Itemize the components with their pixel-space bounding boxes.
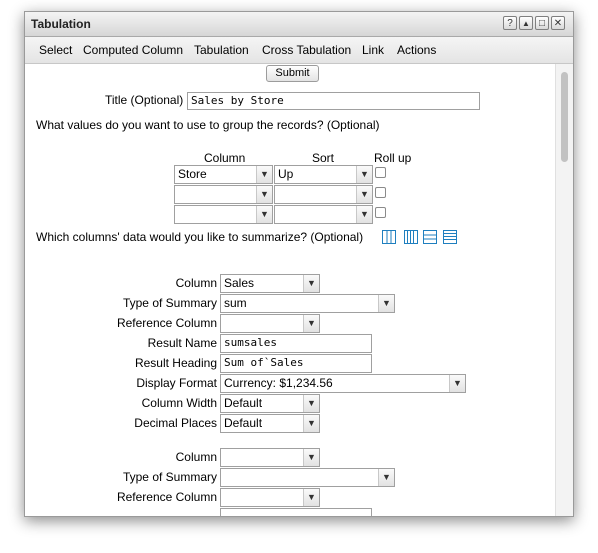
summary1-column-select[interactable]: Sales ▼	[220, 274, 320, 293]
layout-rows-icon[interactable]	[423, 230, 437, 244]
chevron-down-icon: ▼	[378, 469, 394, 486]
menu-computed-column[interactable]: Computed Column	[83, 43, 183, 57]
scrollbar-thumb[interactable]	[561, 72, 568, 162]
chevron-down-icon: ▼	[256, 206, 272, 223]
menu-bar: Select Computed Column Tabulation Cross …	[25, 37, 573, 64]
chevron-down-icon: ▼	[256, 166, 272, 183]
chevron-down-icon: ▼	[356, 206, 372, 223]
summary1-column-label: Column	[175, 276, 217, 290]
menu-select[interactable]: Select	[39, 43, 72, 57]
group-sort-select-2[interactable]: ▼	[274, 185, 373, 204]
summary2-reference-select[interactable]: ▼	[220, 488, 320, 507]
summary2-result-name-input[interactable]	[220, 508, 372, 516]
summary1-display-format-value: Currency: $1,234.56	[224, 376, 333, 390]
summary1-result-heading-input[interactable]: Sum of`Sales	[220, 354, 372, 373]
summary1-reference-select[interactable]: ▼	[220, 314, 320, 333]
summary1-result-name-input[interactable]: sumsales	[220, 334, 372, 353]
chevron-down-icon: ▼	[303, 449, 319, 466]
title-label: Title (Optional)	[105, 93, 184, 107]
summary1-result-heading-label: Result Heading	[134, 356, 217, 370]
summary1-display-format-select[interactable]: Currency: $1,234.56 ▼	[220, 374, 466, 393]
summary1-display-format-label: Display Format	[136, 376, 217, 390]
group-sort-select-1[interactable]: Up ▼	[274, 165, 373, 184]
summary1-type-label: Type of Summary	[122, 296, 217, 310]
chevron-down-icon: ▼	[303, 489, 319, 506]
chevron-down-icon: ▼	[356, 166, 372, 183]
menu-link[interactable]: Link	[362, 43, 384, 57]
close-button[interactable]: ✕	[551, 16, 565, 30]
chevron-down-icon: ▼	[303, 395, 319, 412]
group-column-select-2[interactable]: ▼	[174, 185, 273, 204]
summary2-reference-label: Reference Column	[116, 490, 217, 504]
layout-dense-rows-icon[interactable]	[443, 230, 457, 244]
window-title: Tabulation	[31, 17, 91, 31]
group-column-value-1: Store	[178, 167, 207, 181]
group-sort-header: Sort	[312, 151, 335, 165]
menu-tabulation[interactable]: Tabulation	[194, 43, 249, 57]
collapse-button[interactable]: ▲	[519, 16, 533, 30]
summary1-column-width-value: Default	[224, 396, 263, 410]
title-bar[interactable]: Tabulation ? ▲ □ ✕	[25, 12, 573, 37]
summarize-prompt: Which columns' data would you like to su…	[36, 230, 364, 244]
rollup-checkbox-3[interactable]	[375, 207, 386, 218]
chevron-down-icon: ▼	[449, 375, 465, 392]
summary2-column-select[interactable]: ▼	[220, 448, 320, 467]
tabulation-window: Tabulation ? ▲ □ ✕ Select Computed Colum…	[24, 11, 574, 517]
summary1-decimal-places-label: Decimal Places	[134, 416, 217, 430]
summary1-reference-label: Reference Column	[116, 316, 217, 330]
chevron-down-icon: ▼	[378, 295, 394, 312]
group-column-select-1[interactable]: Store ▼	[174, 165, 273, 184]
group-sort-value-1: Up	[278, 167, 294, 181]
summary1-column-width-label: Column Width	[141, 396, 217, 410]
summary2-type-label: Type of Summary	[122, 470, 217, 484]
tabulation-form: Submit Title (Optional) Sales by Store W…	[25, 64, 555, 516]
summary1-result-name-label: Result Name	[147, 336, 217, 350]
vertical-scrollbar[interactable]	[555, 64, 573, 516]
title-input[interactable]: Sales by Store	[187, 92, 480, 110]
chevron-down-icon: ▼	[356, 186, 372, 203]
rollup-checkbox-1[interactable]	[375, 167, 386, 178]
help-button[interactable]: ?	[503, 16, 517, 30]
chevron-down-icon: ▼	[303, 415, 319, 432]
chevron-down-icon: ▼	[303, 315, 319, 332]
summary1-type-value: sum	[224, 296, 247, 310]
maximize-button[interactable]: □	[535, 16, 549, 30]
menu-actions[interactable]: Actions	[397, 43, 436, 57]
chevron-down-icon: ▼	[303, 275, 319, 292]
summary1-column-value: Sales	[224, 276, 255, 290]
summary1-decimal-places-select[interactable]: Default ▼	[220, 414, 320, 433]
group-column-select-3[interactable]: ▼	[174, 205, 273, 224]
menu-cross-tabulation[interactable]: Cross Tabulation	[262, 43, 351, 57]
summary2-column-label: Column	[175, 450, 217, 464]
summary1-column-width-select[interactable]: Default ▼	[220, 394, 320, 413]
summary2-type-select[interactable]: ▼	[220, 468, 395, 487]
chevron-down-icon: ▼	[256, 186, 272, 203]
summary1-decimal-places-value: Default	[224, 416, 263, 430]
group-column-header: Column	[204, 151, 246, 165]
summary1-type-select[interactable]: sum ▼	[220, 294, 395, 313]
group-rollup-header: Roll up	[374, 151, 412, 165]
submit-button[interactable]: Submit	[266, 65, 319, 82]
layout-columns-icon[interactable]	[382, 230, 396, 244]
group-sort-select-3[interactable]: ▼	[274, 205, 373, 224]
layout-dense-columns-icon[interactable]	[404, 230, 418, 244]
rollup-checkbox-2[interactable]	[375, 187, 386, 198]
group-prompt: What values do you want to use to group …	[36, 118, 380, 132]
